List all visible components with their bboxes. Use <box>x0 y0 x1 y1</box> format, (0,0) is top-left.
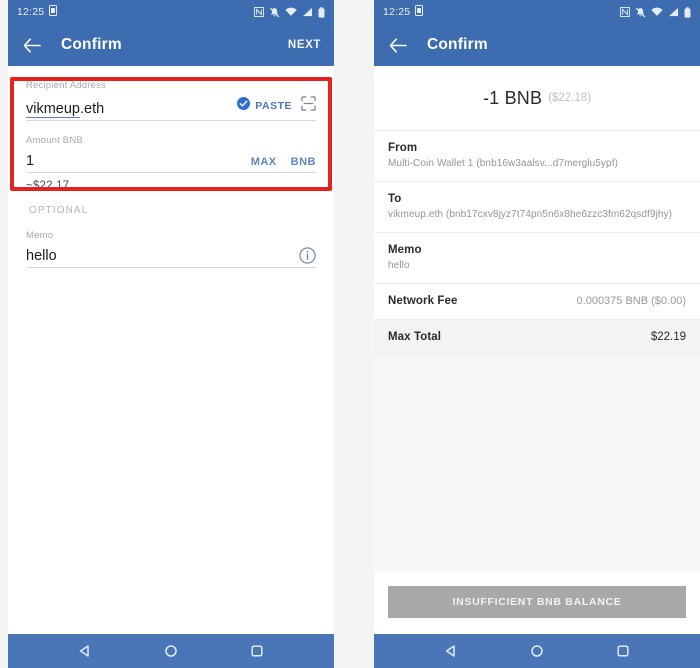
square-recents-icon[interactable] <box>616 644 630 658</box>
detail-row-to: To vikmeup.eth (bnb17cxv8jyz7t74pn5n6x8h… <box>374 182 700 233</box>
status-bar-left: 12:25 <box>8 0 334 24</box>
detail-value-memo: hello <box>388 260 410 271</box>
circle-home-icon[interactable] <box>530 644 544 658</box>
status-bar-right: 12:25 <box>374 0 700 24</box>
amount-field-actions: MAX BNB <box>251 156 316 169</box>
recipient-address-label: Recipient Address <box>26 80 106 91</box>
sim-card-icon <box>415 5 424 19</box>
detail-label-from: From <box>388 142 418 154</box>
confirm-summary-body: -1 BNB ($22.18) From Multi-Coin Wallet 1… <box>374 66 700 634</box>
amount-row: 1 MAX BNB <box>26 151 316 173</box>
amount-input[interactable]: 1 <box>26 153 251 169</box>
max-total-value: $22.19 <box>650 331 686 343</box>
next-button[interactable]: NEXT <box>288 39 321 51</box>
amount-label: Amount BNB <box>26 135 83 146</box>
status-bar-icons-left <box>254 6 325 18</box>
transaction-amount-fiat: ($22.18) <box>548 92 592 104</box>
status-bar-clock-right: 12:25 <box>383 6 411 18</box>
detail-row-memo: Memo hello <box>374 233 700 284</box>
sim-card-icon <box>49 5 58 19</box>
phone-screen-confirm-summary: 12:25 Confirm -1 BNB ($22.18) From Multi… <box>374 0 700 668</box>
detail-value-from: Multi-Coin Wallet 1 (bnb16w3aalsv...d7me… <box>388 158 618 169</box>
fiat-estimate: ~$22.17 <box>26 180 70 192</box>
signal-icon <box>668 7 679 17</box>
qr-scan-icon[interactable] <box>301 96 316 116</box>
recipient-address-field: Recipient Address vikmeup.eth PASTE <box>26 66 316 121</box>
triangle-back-icon[interactable] <box>444 644 458 658</box>
recipient-field-actions: PASTE <box>237 96 316 117</box>
network-fee-value: 0.000375 BNB ($0.00) <box>576 295 686 307</box>
battery-icon <box>318 6 325 18</box>
screenshot-stage: 12:25 Confirm NEXT Recipient Address vik… <box>0 0 700 668</box>
system-nav-bar-left <box>8 634 334 668</box>
nfc-icon <box>620 7 630 17</box>
recipient-address-input[interactable]: vikmeup.eth <box>26 101 237 118</box>
status-bar-icons-right <box>620 6 691 18</box>
nfc-icon <box>254 7 264 17</box>
memo-field: Memo hello <box>26 216 316 268</box>
detail-value-to: vikmeup.eth (bnb17cxv8jyz7t74pn5n6x8he6z… <box>388 209 673 220</box>
circle-home-icon[interactable] <box>164 644 178 658</box>
send-form-body: Recipient Address vikmeup.eth PASTE Amou… <box>8 66 334 634</box>
status-bar-right-group: 12:25 <box>383 5 424 19</box>
optional-section-label: OPTIONAL <box>29 205 89 216</box>
bell-muted-icon <box>269 7 280 18</box>
network-fee-label: Network Fee <box>388 295 458 307</box>
insufficient-balance-button[interactable]: INSUFFICIENT BNB BALANCE <box>388 586 686 618</box>
bell-muted-icon <box>635 7 646 18</box>
page-title: Confirm <box>61 36 122 53</box>
paste-label: PASTE <box>255 100 292 112</box>
battery-icon <box>684 6 691 18</box>
page-title-right: Confirm <box>427 36 488 53</box>
detail-row-from: From Multi-Coin Wallet 1 (bnb16w3aalsv..… <box>374 131 700 182</box>
app-bar-left: Confirm NEXT <box>8 24 334 66</box>
app-bar-right: Confirm <box>374 24 700 66</box>
recipient-address-row: vikmeup.eth PASTE <box>26 96 316 121</box>
paste-button[interactable]: PASTE <box>237 97 292 115</box>
recipient-address-suffix: .eth <box>80 101 105 117</box>
check-circle-icon <box>237 97 251 115</box>
phone-screen-send-form: 12:25 Confirm NEXT Recipient Address vik… <box>8 0 334 668</box>
triangle-back-icon[interactable] <box>78 644 92 658</box>
max-total-label: Max Total <box>388 331 442 343</box>
signal-icon <box>302 7 313 17</box>
currency-selector[interactable]: BNB <box>291 156 316 168</box>
arrow-left-icon[interactable] <box>387 34 409 56</box>
confirm-empty-space <box>374 356 700 572</box>
amount-field: Amount BNB 1 MAX BNB <box>26 121 316 173</box>
detail-row-network-fee: Network Fee 0.000375 BNB ($0.00) <box>374 284 700 320</box>
cta-container: INSUFFICIENT BNB BALANCE <box>374 572 700 634</box>
info-circle-icon[interactable] <box>299 247 316 264</box>
transaction-amount: -1 BNB <box>482 87 543 108</box>
memo-input[interactable]: hello <box>26 248 299 264</box>
status-bar-clock: 12:25 <box>17 6 45 18</box>
arrow-left-icon[interactable] <box>21 34 43 56</box>
transaction-amount-header: -1 BNB ($22.18) <box>374 66 700 131</box>
wifi-icon <box>285 7 297 17</box>
square-recents-icon[interactable] <box>250 644 264 658</box>
status-bar-left-group: 12:25 <box>17 5 58 19</box>
detail-label-to: To <box>388 193 402 205</box>
wifi-icon <box>651 7 663 17</box>
system-nav-bar-right <box>374 634 700 668</box>
max-button[interactable]: MAX <box>251 156 277 168</box>
memo-label: Memo <box>26 230 54 241</box>
detail-label-memo: Memo <box>388 244 422 256</box>
memo-row: hello <box>26 246 316 268</box>
recipient-address-value: vikmeup <box>26 101 80 118</box>
detail-row-max-total: Max Total $22.19 <box>374 320 700 356</box>
